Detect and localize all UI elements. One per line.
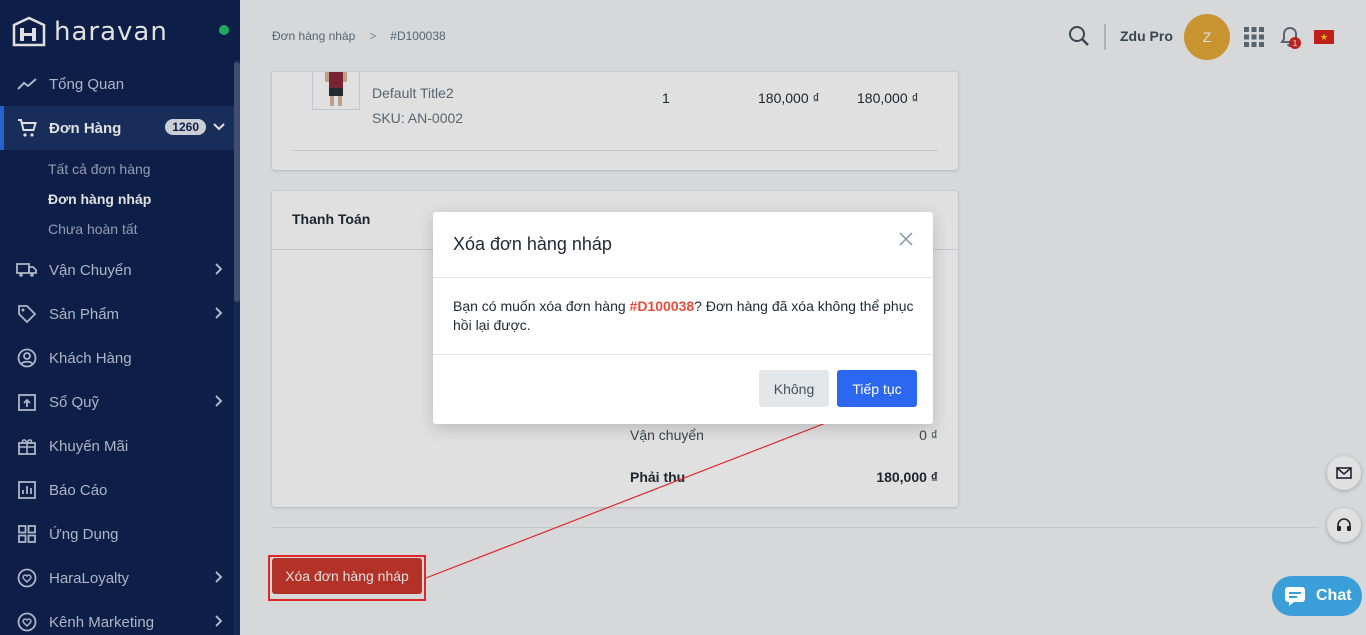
annotation-highlight-box [268, 555, 426, 601]
chat-label: Chat [1316, 587, 1352, 604]
chat-button[interactable]: Chat [1272, 576, 1362, 616]
cancel-button[interactable]: Không [759, 370, 829, 407]
chat-bubble-icon [1285, 587, 1305, 606]
continue-button[interactable]: Tiếp tục [837, 370, 917, 407]
dialog-title: Xóa đơn hàng nháp [453, 234, 612, 254]
divider [433, 354, 933, 355]
divider [433, 277, 933, 278]
dialog-message: Bạn có muốn xóa đơn hàng #D100038? Đơn h… [453, 297, 915, 335]
dialog-message-prefix: Bạn có muốn xóa đơn hàng [453, 298, 630, 314]
dialog-order-code: #D100038 [629, 298, 695, 314]
delete-confirm-dialog: Xóa đơn hàng nháp Bạn có muốn xóa đơn hà… [433, 212, 933, 424]
close-icon[interactable] [897, 230, 915, 248]
